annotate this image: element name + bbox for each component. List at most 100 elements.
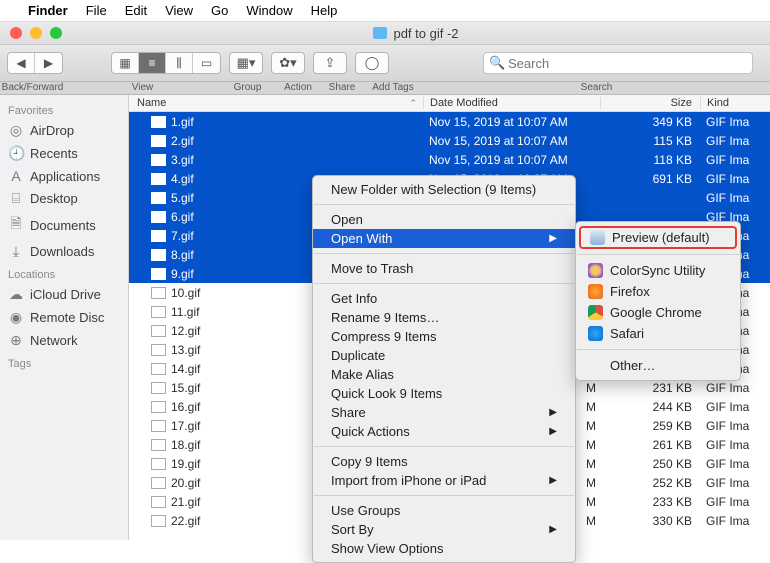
sidebar-item-recents[interactable]: 🕘Recents <box>0 142 128 165</box>
app-icon <box>588 284 603 299</box>
label-back: Back/Forward <box>0 82 65 94</box>
menubar-window[interactable]: Window <box>246 3 292 18</box>
file-name: 11.gif <box>171 305 199 319</box>
submenu-app-google-chrome[interactable]: Google Chrome <box>576 302 740 323</box>
app-icon <box>588 326 603 341</box>
ctx-item[interactable]: Make Alias <box>313 365 575 384</box>
list-view-button[interactable]: ≡ <box>139 53 166 73</box>
menubar-edit[interactable]: Edit <box>125 3 147 18</box>
ctx-sort-by[interactable]: Sort By▶ <box>313 520 575 539</box>
submenu-app-colorsync-utility[interactable]: ColorSync Utility <box>576 260 740 281</box>
ctx-share[interactable]: Share▶ <box>313 403 575 422</box>
submenu-arrow-icon: ▶ <box>549 426 557 437</box>
submenu-preview-default[interactable]: Preview (default) <box>579 226 737 249</box>
file-row[interactable]: 3.gifNov 15, 2019 at 10:07 AM118 KBGIF I… <box>129 150 770 169</box>
sidebar-item-documents[interactable]: 🗎Documents <box>0 210 128 240</box>
forward-button[interactable]: ▶ <box>35 53 62 73</box>
system-menubar: Finder File Edit View Go Window Help <box>0 0 770 22</box>
file-thumb-icon <box>151 249 166 261</box>
back-button[interactable]: ◀ <box>8 53 35 73</box>
file-thumb-icon <box>151 325 166 337</box>
search-input[interactable] <box>483 52 753 74</box>
sidebar-label: Documents <box>30 218 96 233</box>
ctx-quick-actions[interactable]: Quick Actions▶ <box>313 422 575 441</box>
ctx-label: Open <box>331 212 363 227</box>
file-name: 3.gif <box>171 153 194 167</box>
sidebar-item-network[interactable]: ⊕Network <box>0 329 128 352</box>
tags-button[interactable]: ◯ <box>355 52 389 74</box>
submenu-arrow-icon: ▶ <box>549 233 557 244</box>
sidebar-label: Desktop <box>30 191 78 206</box>
file-size: 115 KB <box>600 134 700 148</box>
sidebar-item-icloud-drive[interactable]: ☁iCloud Drive <box>0 283 128 306</box>
sidebar-icon: ☁ <box>8 286 24 303</box>
file-name: 4.gif <box>171 172 194 186</box>
share-button[interactable]: ⇪ <box>313 52 347 74</box>
menubar-help[interactable]: Help <box>311 3 338 18</box>
file-kind: GIF Ima <box>700 172 770 186</box>
ctx-item[interactable]: Show View Options <box>313 539 575 558</box>
sidebar-item-desktop[interactable]: ⌸Desktop <box>0 187 128 210</box>
file-kind: GIF Ima <box>700 191 770 205</box>
action-button[interactable]: ✿▾ <box>271 52 305 74</box>
ctx-item[interactable]: Rename 9 Items… <box>313 308 575 327</box>
file-size: 261 KB <box>600 438 700 452</box>
sidebar-item-applications[interactable]: AApplications <box>0 165 128 187</box>
window-title-text: pdf to gif -2 <box>393 26 458 41</box>
ctx-item[interactable]: Copy 9 Items <box>313 452 575 471</box>
zoom-button[interactable] <box>50 27 62 39</box>
column-view-button[interactable]: ⫼ <box>166 53 193 73</box>
file-name: 18.gif <box>171 438 200 452</box>
menubar-view[interactable]: View <box>165 3 193 18</box>
ctx-item[interactable]: Duplicate <box>313 346 575 365</box>
menubar-go[interactable]: Go <box>211 3 228 18</box>
sidebar-label: Applications <box>30 169 100 184</box>
sidebar-item-airdrop[interactable]: ◎AirDrop <box>0 119 128 142</box>
menubar-file[interactable]: File <box>86 3 107 18</box>
gallery-view-button[interactable]: ▭ <box>193 53 220 73</box>
minimize-button[interactable] <box>30 27 42 39</box>
submenu-app-safari[interactable]: Safari <box>576 323 740 344</box>
group-button[interactable]: ▦▾ <box>229 52 263 74</box>
sidebar-item-remote-disc[interactable]: ◉Remote Disc <box>0 306 128 329</box>
submenu-app-firefox[interactable]: Firefox <box>576 281 740 302</box>
ctx-item[interactable]: Move to Trash <box>313 259 575 278</box>
file-kind: GIF Ima <box>700 381 770 395</box>
search-field-wrap: 🔍 <box>483 52 763 74</box>
col-date[interactable]: Date Modified <box>423 97 600 109</box>
ctx-item[interactable]: Quick Look 9 Items <box>313 384 575 403</box>
close-button[interactable] <box>10 27 22 39</box>
file-name: 19.gif <box>171 457 200 471</box>
label-share: Share <box>321 82 363 94</box>
col-name[interactable]: Name⌃ <box>129 97 423 109</box>
titlebar[interactable]: pdf to gif -2 <box>0 22 770 45</box>
ctx-sep <box>314 204 574 205</box>
col-kind[interactable]: Kind <box>700 97 770 109</box>
file-name: 17.gif <box>171 419 200 433</box>
file-row[interactable]: 1.gifNov 15, 2019 at 10:07 AM349 KBGIF I… <box>129 112 770 131</box>
col-size[interactable]: Size <box>600 97 700 109</box>
file-name: 16.gif <box>171 400 200 414</box>
ctx-item[interactable]: Open <box>313 210 575 229</box>
sidebar-icon: ◉ <box>8 309 24 326</box>
menubar-app[interactable]: Finder <box>28 3 68 18</box>
sidebar-item-downloads[interactable]: ⤓Downloads <box>0 240 128 263</box>
icon-view-button[interactable]: ▦ <box>112 53 139 73</box>
ctx-open-with[interactable]: Open With▶ <box>313 229 575 248</box>
file-thumb-icon <box>151 135 166 147</box>
label-group: Group <box>220 82 275 94</box>
ctx-import[interactable]: Import from iPhone or iPad▶ <box>313 471 575 490</box>
label-view: View <box>65 82 220 94</box>
submenu-other[interactable]: Other… <box>576 355 740 376</box>
label-action: Action <box>275 82 321 94</box>
file-row[interactable]: 2.gifNov 15, 2019 at 10:07 AM115 KBGIF I… <box>129 131 770 150</box>
ctx-item[interactable]: Use Groups <box>313 501 575 520</box>
ctx-item[interactable]: New Folder with Selection (9 Items) <box>313 180 575 199</box>
ctx-item[interactable]: Get Info <box>313 289 575 308</box>
file-name: 12.gif <box>171 324 200 338</box>
ctx-item[interactable]: Compress 9 Items <box>313 327 575 346</box>
label-tags: Add Tags <box>363 82 423 94</box>
open-with-submenu: Preview (default) ColorSync UtilityFiref… <box>575 221 741 381</box>
window-controls <box>0 27 62 39</box>
file-thumb-icon <box>151 439 166 451</box>
